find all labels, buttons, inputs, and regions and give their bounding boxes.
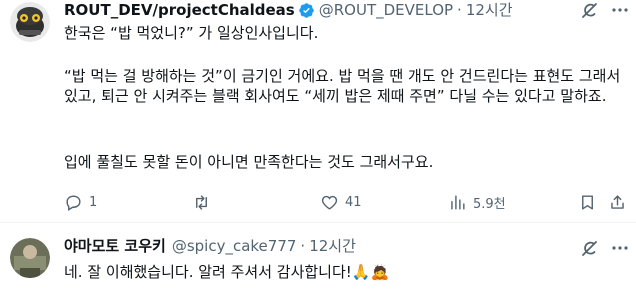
tweet-header: ROUT_DEV/projectChaldeas @ROUT_DEVELOP ·… <box>64 0 513 20</box>
tweet-reply[interactable]: 야마모토 코우키 @spicy_cake777 · 12시간 네. 잘 이해했습… <box>0 222 636 294</box>
like-icon <box>321 195 338 210</box>
share-icon <box>611 194 624 209</box>
avatar-rout-dev[interactable] <box>10 2 50 42</box>
separator-dot: · <box>300 237 306 255</box>
reply-button[interactable]: 1 <box>64 190 97 214</box>
retweet-button[interactable] <box>192 190 217 214</box>
share-button[interactable] <box>608 190 627 214</box>
tweet-text-paragraph-3: 입에 풀칠도 못할 돈이 아니면 만족한다는 것도 그래서구요. <box>64 153 434 171</box>
avatar-yamamoto[interactable] <box>10 238 50 278</box>
view-count: 5.9천 <box>473 196 506 212</box>
grok-icon[interactable] <box>580 0 600 20</box>
tweet-header: 야마모토 코우키 @spicy_cake777 · 12시간 <box>64 236 356 256</box>
bookmark-button[interactable] <box>578 190 597 214</box>
views-icon <box>451 194 465 210</box>
user-handle[interactable]: @ROUT_DEVELOP <box>319 0 453 20</box>
tweet-original[interactable]: ROUT_DEV/projectChaldeas @ROUT_DEVELOP ·… <box>0 0 636 222</box>
grok-icon[interactable] <box>580 238 600 258</box>
bookmark-icon <box>582 194 593 210</box>
like-count: 41 <box>345 194 362 210</box>
retweet-icon <box>196 194 207 210</box>
timestamp[interactable]: 12시간 <box>309 236 356 256</box>
reply-text: 네. 잘 이해했습니다. 알려 주셔서 감사합니다!🙏🙇 <box>64 263 390 281</box>
display-name[interactable]: 야마모토 코우키 <box>64 236 166 256</box>
more-icon[interactable] <box>610 238 630 258</box>
views-button[interactable]: 5.9천 <box>448 190 506 214</box>
user-handle[interactable]: @spicy_cake777 <box>172 236 297 256</box>
reply-count: 1 <box>89 194 98 210</box>
timestamp[interactable]: 12시간 <box>466 0 513 20</box>
tweet-text-paragraph-2: “밥 먹는 걸 방해하는 것”이 금기인 거에요. 밥 먹을 땐 개도 안 건드… <box>64 67 621 105</box>
separator-dot: · <box>457 1 462 19</box>
tweet-text-paragraph-1: 한국은 “밥 먹었니?” 가 일상인사입니다. <box>64 24 319 42</box>
like-button[interactable]: 41 <box>320 190 362 214</box>
reply-icon <box>66 194 81 211</box>
verified-badge-icon <box>298 2 315 19</box>
tweet-actions: 1 41 5.9천 <box>64 190 636 214</box>
display-name[interactable]: ROUT_DEV/projectChaldeas <box>64 0 295 20</box>
more-icon[interactable] <box>610 0 630 20</box>
